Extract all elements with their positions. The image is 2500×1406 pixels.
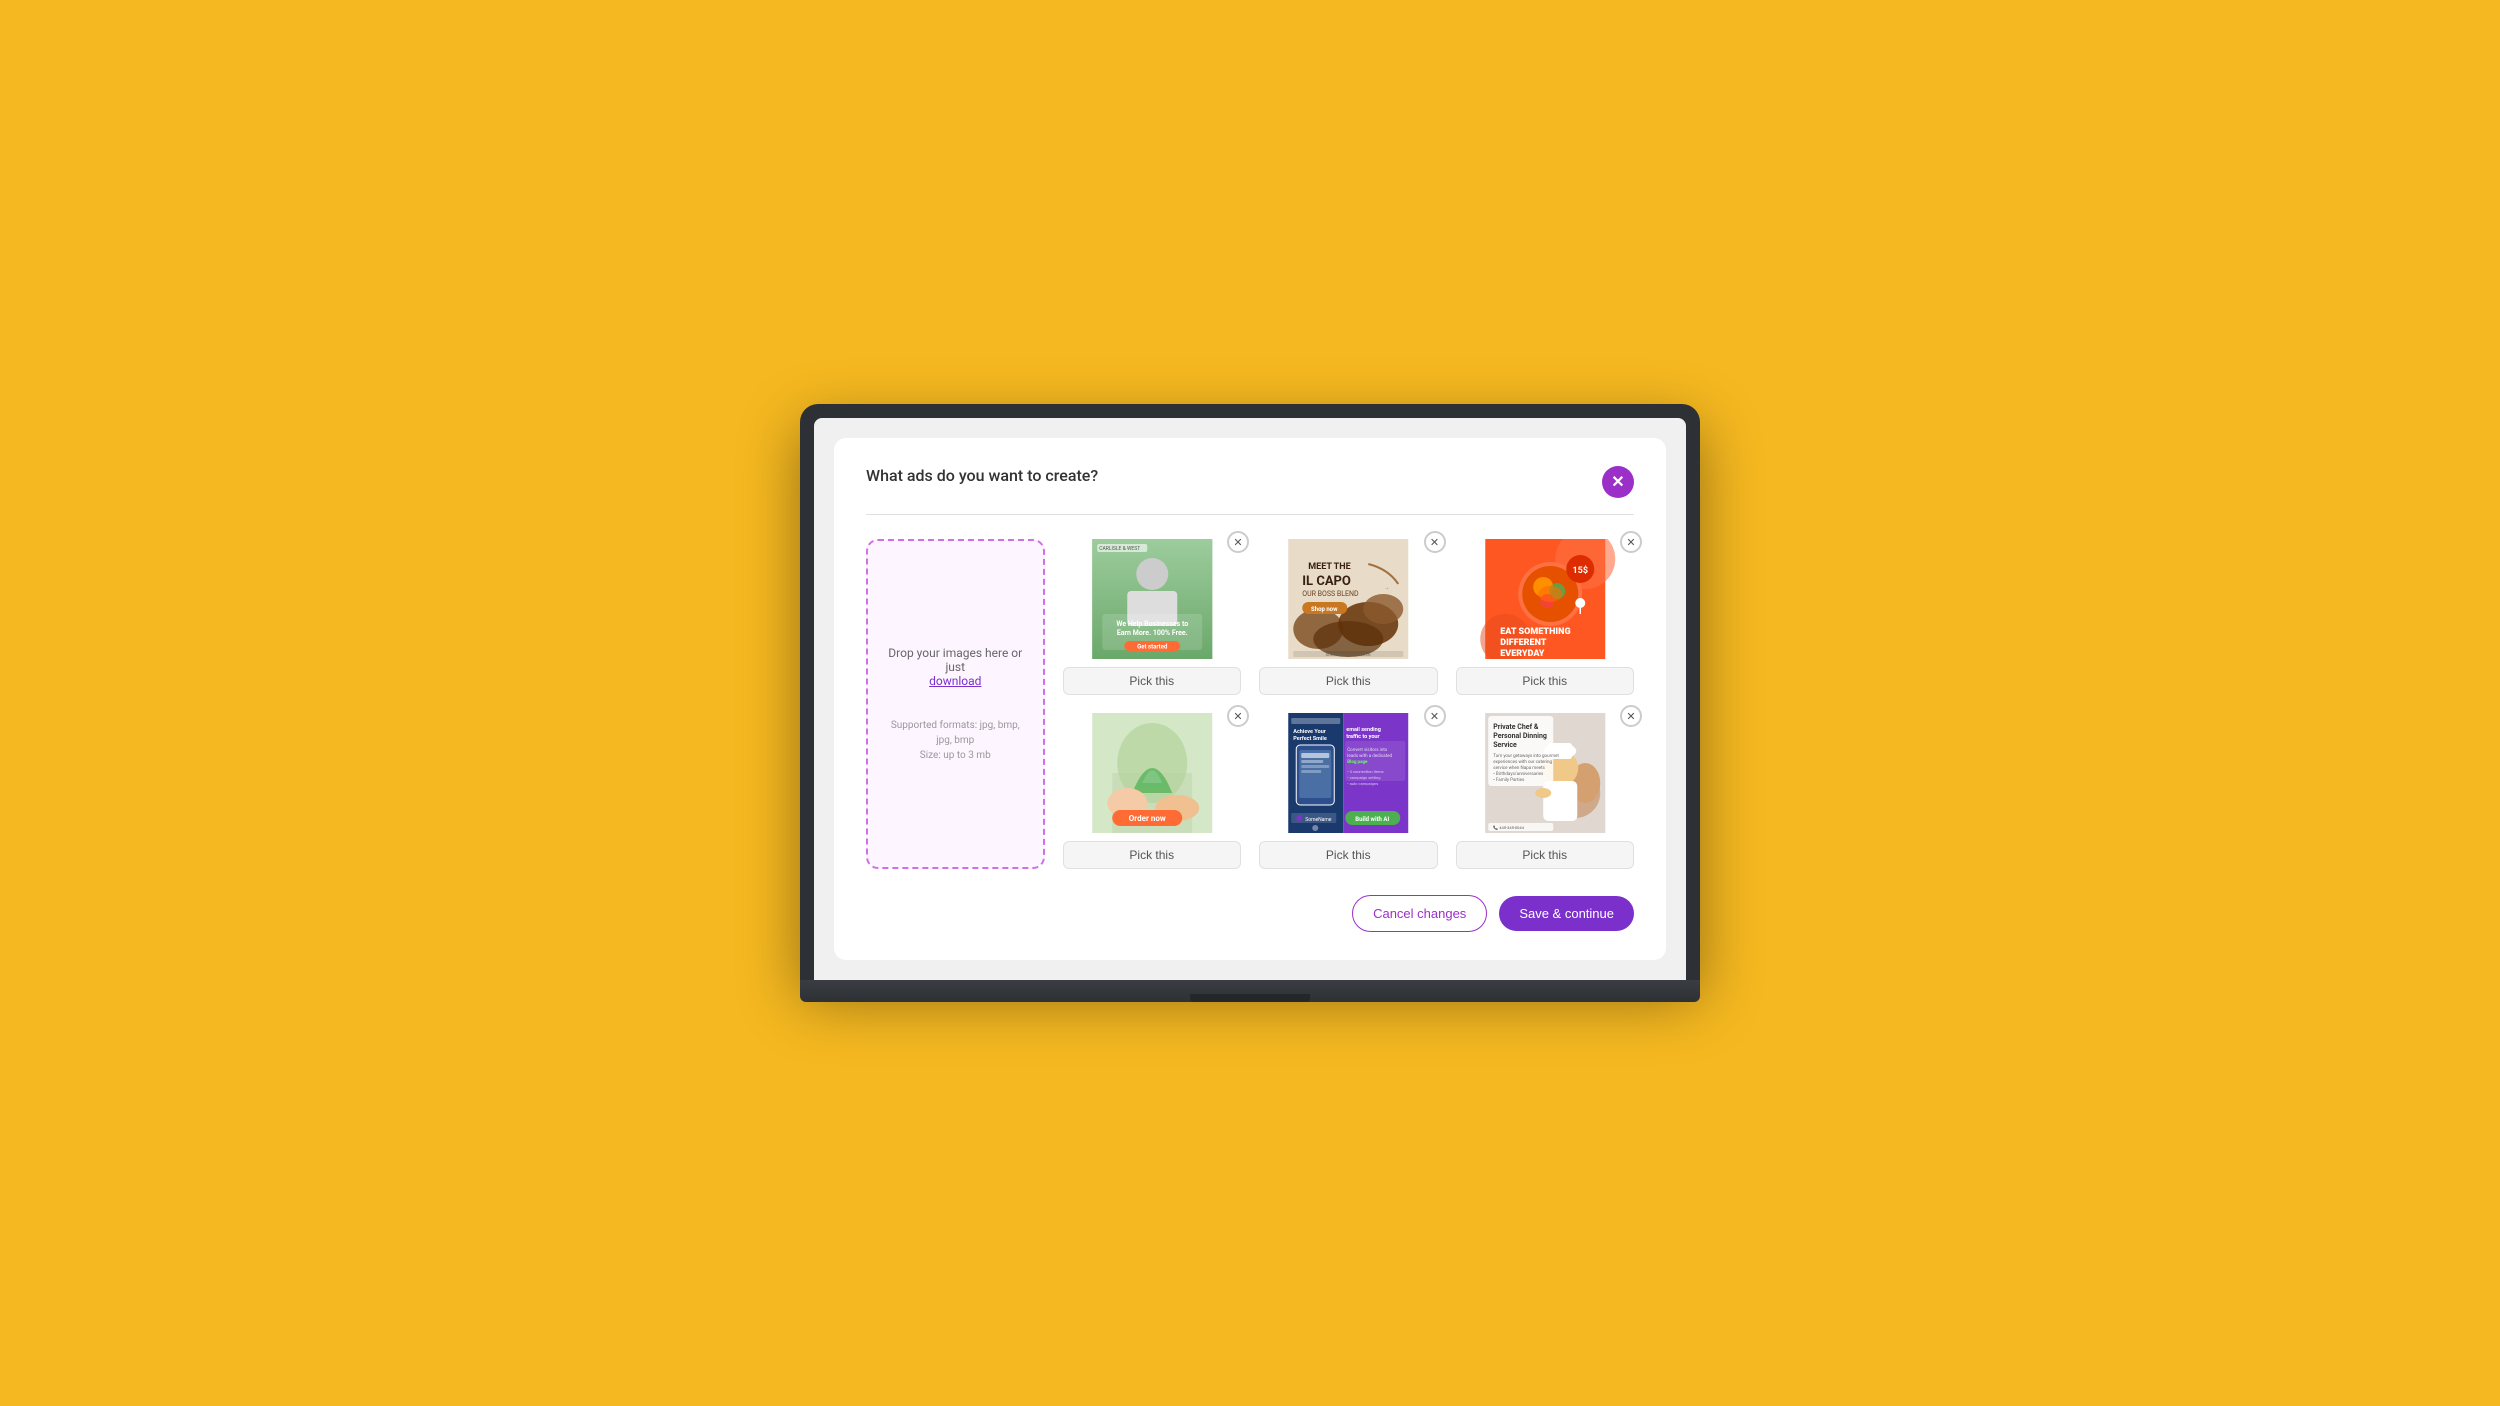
save-continue-button[interactable]: Save & continue xyxy=(1499,896,1634,931)
ad-card-5: ✕ Achieve Your Perfect Smile xyxy=(1259,713,1438,869)
dropzone-size-text: Size: up to 3 mb xyxy=(920,750,991,761)
svg-text:Achieve Your: Achieve Your xyxy=(1293,729,1326,735)
ad-image-1: We Help Businesses to Earn More. 100% Fr… xyxy=(1063,539,1242,659)
svg-text:Service: Service xyxy=(1493,741,1517,749)
svg-text:experiences with our catering: experiences with our catering xyxy=(1493,759,1552,765)
close-button[interactable]: ✕ xyxy=(1602,466,1634,498)
svg-text:DIFFERENT: DIFFERENT xyxy=(1500,638,1547,648)
svg-text:Convert visitors into: Convert visitors into xyxy=(1347,747,1387,753)
svg-text:EAT SOMETHING: EAT SOMETHING xyxy=(1500,627,1570,637)
svg-text:Build with AI: Build with AI xyxy=(1355,816,1389,823)
ad-image-4: Order now xyxy=(1063,713,1242,833)
ads-grid: ✕ xyxy=(866,539,1634,932)
ad-remove-button-4[interactable]: ✕ xyxy=(1227,705,1249,727)
dropzone-subtext: Supported formats: jpg, bmp, jpg, bmp Si… xyxy=(888,718,1023,763)
dropzone-main-text: Drop your images here or just download xyxy=(888,646,1023,688)
svg-text:• Family Parties: • Family Parties xyxy=(1493,777,1525,783)
ad-image-wrapper-4: ✕ xyxy=(1063,713,1242,833)
svg-text:service when Napa meets: service when Napa meets xyxy=(1493,765,1545,771)
ad-remove-button-2[interactable]: ✕ xyxy=(1424,531,1446,553)
ad-card-1: ✕ xyxy=(1063,539,1242,695)
ad-image-wrapper-5: ✕ Achieve Your Perfect Smile xyxy=(1259,713,1438,833)
laptop-wrapper: What ads do you want to create? ✕ ✕ xyxy=(800,404,1700,1002)
ad-image-6: Private Chef & Personal Dinning Service … xyxy=(1456,713,1635,833)
svg-text:MEET THE: MEET THE xyxy=(1308,562,1350,572)
svg-text:• Birthdays/anniversaries: • Birthdays/anniversaries xyxy=(1493,771,1544,777)
ad-image-wrapper-1: ✕ xyxy=(1063,539,1242,659)
svg-text:IL CAPO: IL CAPO xyxy=(1302,574,1351,589)
svg-text:SOUTHWOODSIDE.CO.UK: SOUTHWOODSIDE.CO.UK xyxy=(1326,652,1372,657)
pick-button-4[interactable]: Pick this xyxy=(1063,841,1242,869)
svg-text:📞 445-345-0044: 📞 445-345-0044 xyxy=(1493,825,1524,830)
laptop-screen: What ads do you want to create? ✕ ✕ xyxy=(814,418,1686,980)
dropzone-card: Drop your images here or just download S… xyxy=(866,539,1045,869)
svg-text:traffic to your: traffic to your xyxy=(1346,734,1379,740)
svg-text:OUR BOSS BLEND: OUR BOSS BLEND xyxy=(1302,590,1359,598)
svg-text:Shop now: Shop now xyxy=(1311,606,1338,613)
pick-button-2[interactable]: Pick this xyxy=(1259,667,1438,695)
upload-dropzone[interactable]: Drop your images here or just download S… xyxy=(866,539,1045,869)
laptop-screen-border: What ads do you want to create? ✕ ✕ xyxy=(800,404,1700,980)
svg-text:Personal Dinning: Personal Dinning xyxy=(1493,732,1547,740)
ad-card-3: ✕ xyxy=(1456,539,1635,695)
ad-image-wrapper-3: ✕ xyxy=(1456,539,1635,659)
svg-text:leads with a dedicated: leads with a dedicated xyxy=(1347,753,1392,759)
ad-card-6: ✕ xyxy=(1456,713,1635,869)
ad-image-2: MEET THE IL CAPO OUR BOSS BLEND → Shop n… xyxy=(1259,539,1438,659)
svg-text:Perfect Smile: Perfect Smile xyxy=(1293,736,1327,742)
ad-remove-button-1[interactable]: ✕ xyxy=(1227,531,1249,553)
svg-text:Get started: Get started xyxy=(1137,644,1168,651)
pick-button-1[interactable]: Pick this xyxy=(1063,667,1242,695)
modal-container: What ads do you want to create? ✕ ✕ xyxy=(834,438,1666,960)
pick-button-6[interactable]: Pick this xyxy=(1456,841,1635,869)
close-icon: ✕ xyxy=(1611,472,1624,492)
ad-card-4: ✕ xyxy=(1063,713,1242,869)
ad-remove-button-5[interactable]: ✕ xyxy=(1424,705,1446,727)
ad-remove-button-3[interactable]: ✕ xyxy=(1620,531,1642,553)
pick-button-3[interactable]: Pick this xyxy=(1456,667,1635,695)
ad-image-3: 15$ EAT SOMETHING DIFFERENT EVERYDAY xyxy=(1456,539,1635,659)
svg-text:15$: 15$ xyxy=(1572,565,1588,576)
ad-image-wrapper-6: ✕ xyxy=(1456,713,1635,833)
svg-text:Private Chef &: Private Chef & xyxy=(1493,723,1539,731)
svg-text:Blog page: Blog page xyxy=(1347,759,1368,765)
svg-text:• auto campaigns: • auto campaigns xyxy=(1347,781,1378,786)
dropzone-text-label: Drop your images here or just xyxy=(888,646,1022,674)
svg-text:EVERYDAY: EVERYDAY xyxy=(1500,649,1545,659)
dropzone-supported-text: Supported formats: jpg, bmp, jpg, bmp xyxy=(891,720,1020,746)
svg-text:CARLISLE & WEST: CARLISLE & WEST xyxy=(1099,546,1140,552)
modal-title: What ads do you want to create? xyxy=(866,466,1098,485)
pick-button-5[interactable]: Pick this xyxy=(1259,841,1438,869)
ad-card-2: ✕ MEET THE IL CAPO xyxy=(1259,539,1438,695)
action-area: Cancel changes Save & continue xyxy=(1259,887,1634,932)
svg-text:• 3 connection items: • 3 connection items xyxy=(1347,769,1383,774)
dropzone-download-link[interactable]: download xyxy=(929,674,981,688)
cancel-changes-button[interactable]: Cancel changes xyxy=(1352,895,1487,932)
ad-remove-button-6[interactable]: ✕ xyxy=(1620,705,1642,727)
ad-image-5: Achieve Your Perfect Smile xyxy=(1259,713,1438,833)
svg-text:• campaign setting: • campaign setting xyxy=(1347,775,1380,780)
svg-text:Order now: Order now xyxy=(1128,814,1165,823)
svg-text:→: → xyxy=(1384,585,1389,591)
svg-text:We Help Businesses to: We Help Businesses to xyxy=(1116,620,1188,628)
modal-header: What ads do you want to create? ✕ xyxy=(866,466,1634,515)
svg-text:email sending: email sending xyxy=(1346,727,1381,733)
ad-image-wrapper-2: ✕ MEET THE IL CAPO xyxy=(1259,539,1438,659)
svg-text:Earn More. 100% Free.: Earn More. 100% Free. xyxy=(1116,629,1187,637)
svg-text:Turn your getaways into gourme: Turn your getaways into gourmet xyxy=(1493,753,1559,759)
svg-text:SomeName: SomeName xyxy=(1305,817,1332,823)
laptop-base xyxy=(800,980,1700,1002)
